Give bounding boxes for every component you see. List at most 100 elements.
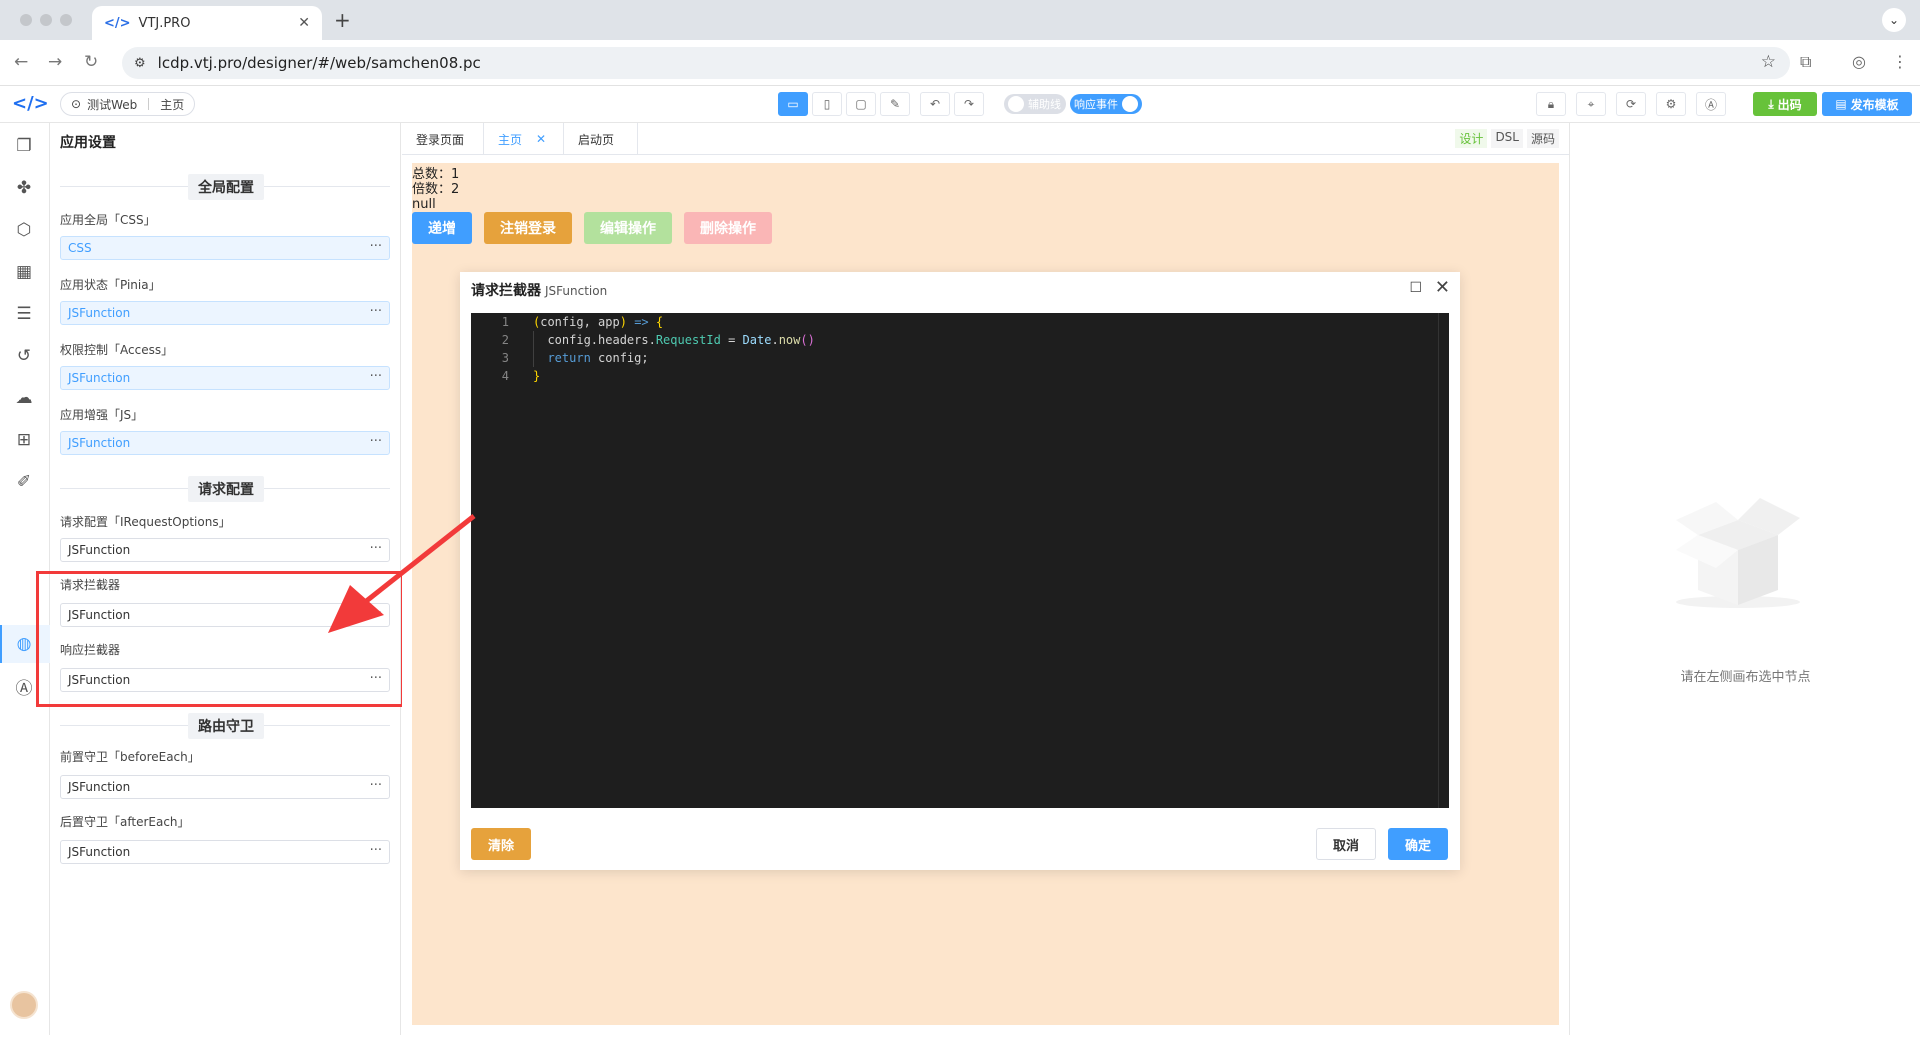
desktop-icon[interactable]: ▭	[778, 92, 808, 116]
tab-close-button[interactable]: ✕	[298, 15, 310, 31]
tab-login-page[interactable]: 登录页面	[402, 123, 484, 155]
close-icon[interactable]: ✕	[1435, 277, 1450, 298]
mobile-icon[interactable]: ▯	[812, 92, 842, 116]
more-icon[interactable]: ···	[370, 843, 382, 858]
outline-icon[interactable]: ☰	[11, 301, 37, 327]
logout-button[interactable]: 注销登录	[484, 212, 572, 244]
field-value: JSFunction	[68, 543, 131, 557]
forward-arrow-icon[interactable]: →	[48, 52, 62, 72]
line-number: 3	[501, 351, 509, 365]
code-editor[interactable]: 1 (config, app) => { 2 config.headers.Re…	[471, 313, 1449, 808]
api-cloud-icon[interactable]: ☁	[11, 385, 37, 411]
pinia-field[interactable]: JSFunction ···	[60, 301, 390, 325]
browser-tab[interactable]: </> VTJ.PRO ✕	[92, 6, 322, 40]
section-router-label: 路由守卫	[188, 713, 264, 739]
before-each-field[interactable]: JSFunction ···	[60, 775, 390, 799]
field-label: 应用状态「Pinia」	[60, 278, 161, 292]
ai-assistant-icon[interactable]: Ⓐ	[11, 673, 37, 699]
more-icon[interactable]: ···	[370, 369, 382, 384]
more-icon[interactable]: ···	[370, 541, 382, 556]
window-minimize-button[interactable]	[40, 14, 52, 26]
more-icon[interactable]: ···	[370, 778, 382, 793]
events-switch[interactable]: 响应事件	[1070, 94, 1142, 114]
guides-switch-knob	[1008, 96, 1024, 112]
url-text: lcdp.vtj.pro/designer/#/web/samchen08.pc	[157, 54, 481, 72]
tab-startup-page[interactable]: 启动页	[564, 123, 638, 155]
tab-home[interactable]: 主页 ✕	[484, 123, 564, 155]
view-dsl[interactable]: DSL	[1491, 129, 1523, 148]
view-design[interactable]: 设计	[1455, 129, 1488, 148]
extensions-icon[interactable]: ⧉	[1800, 52, 1811, 72]
field-label: 权限控制「Access」	[60, 343, 174, 357]
reload-icon[interactable]: ↻	[84, 52, 98, 72]
guides-switch[interactable]: 辅助线	[1004, 94, 1066, 114]
vtj-logo-icon[interactable]: </>	[12, 93, 49, 114]
avatar[interactable]	[10, 991, 38, 1019]
view-source[interactable]: 源码	[1526, 129, 1559, 148]
field-label: 应用增强「JS」	[60, 408, 144, 422]
breadcrumb[interactable]: ⊙ 测试Web 主页	[60, 92, 196, 116]
increment-button[interactable]: 递增	[412, 212, 472, 244]
ai-icon[interactable]: Ⓐ	[1696, 92, 1726, 116]
tab-label: 主页	[498, 132, 523, 147]
code-text: return config;	[547, 351, 649, 365]
download-icon: ⤓	[1768, 96, 1774, 111]
edit-pen-icon[interactable]: ✎	[880, 92, 910, 116]
confirm-button[interactable]: 确定	[1388, 828, 1448, 860]
window-zoom-button[interactable]	[60, 14, 72, 26]
clear-button[interactable]: 清除	[471, 828, 531, 860]
request-options-field[interactable]: JSFunction ···	[60, 538, 390, 562]
code-text: }	[533, 369, 541, 383]
toolbar-actions: 🔒︎ ⌖ ⟳ ⚙ Ⓐ	[1536, 92, 1726, 116]
tab-close-icon[interactable]: ✕	[536, 132, 546, 146]
more-icon[interactable]: ···	[370, 434, 382, 449]
profile-icon[interactable]: ◎	[1852, 52, 1866, 71]
redo-icon[interactable]: ↷	[954, 92, 984, 116]
delete-action-button[interactable]: 删除操作	[684, 212, 772, 244]
browser-tab-strip: </> VTJ.PRO ✕ + ⌄	[0, 0, 1920, 40]
cancel-button[interactable]: 取消	[1316, 828, 1376, 860]
refresh-icon[interactable]: ⟳	[1616, 92, 1646, 116]
window-close-button[interactable]	[20, 14, 32, 26]
pages-icon[interactable]: ❐	[11, 133, 37, 159]
layout-icon[interactable]: ▦	[11, 259, 37, 285]
undo-icon[interactable]: ↶	[920, 92, 950, 116]
page-tabs: 登录页面 主页 ✕ 启动页 设计 DSL 源码	[402, 123, 1569, 155]
tab-search-button[interactable]: ⌄	[1882, 8, 1906, 32]
tablet-icon[interactable]: ▢	[846, 92, 876, 116]
preview-icon[interactable]: ⌖	[1576, 92, 1606, 116]
access-field[interactable]: JSFunction ···	[60, 366, 390, 390]
history-icon[interactable]: ↺	[11, 343, 37, 369]
forms-icon[interactable]: ✐	[11, 469, 37, 495]
tab-title: VTJ.PRO	[138, 15, 191, 31]
bookmark-star-icon[interactable]: ☆	[1761, 52, 1776, 72]
globe-icon[interactable]: ◍	[11, 631, 37, 657]
back-arrow-icon[interactable]: ←	[14, 52, 28, 72]
js-enhance-field[interactable]: JSFunction ···	[60, 431, 390, 455]
breadcrumb-page[interactable]: 主页	[160, 96, 184, 113]
device-switcher: ▭ ▯ ▢ ✎ ↶ ↷	[778, 92, 984, 116]
site-settings-icon[interactable]: ⚙	[134, 56, 146, 71]
export-code-button[interactable]: ⤓ 出码	[1753, 92, 1817, 116]
components-icon[interactable]: ⬡	[11, 217, 37, 243]
events-switch-knob	[1122, 96, 1138, 112]
tab-label: 启动页	[578, 132, 615, 147]
project-icon: ⊙	[71, 97, 82, 111]
edit-action-button[interactable]: 编辑操作	[584, 212, 672, 244]
lock-icon[interactable]: 🔒︎	[1536, 92, 1566, 116]
css-field[interactable]: CSS ···	[60, 236, 390, 260]
maximize-icon[interactable]: ☐	[1409, 280, 1422, 296]
more-icon[interactable]: ···	[370, 304, 382, 319]
publish-template-button[interactable]: ▤ 发布模板	[1822, 92, 1912, 116]
settings-icon[interactable]: ⚙	[1656, 92, 1686, 116]
editor-scrollbar[interactable]	[1438, 313, 1439, 808]
field-value: CSS	[68, 241, 92, 255]
apps-grid-icon[interactable]: ⊞	[11, 427, 37, 453]
after-each-field[interactable]: JSFunction ···	[60, 840, 390, 864]
breadcrumb-project[interactable]: 测试Web	[87, 96, 137, 113]
url-bar[interactable]: ⚙ lcdp.vtj.pro/designer/#/web/samchen08.…	[122, 47, 1790, 79]
more-icon[interactable]: ···	[370, 239, 382, 254]
new-tab-button[interactable]: +	[334, 8, 351, 32]
browser-menu-icon[interactable]: ⋮	[1892, 52, 1908, 71]
plugin-icon[interactable]: ✤	[11, 175, 37, 201]
